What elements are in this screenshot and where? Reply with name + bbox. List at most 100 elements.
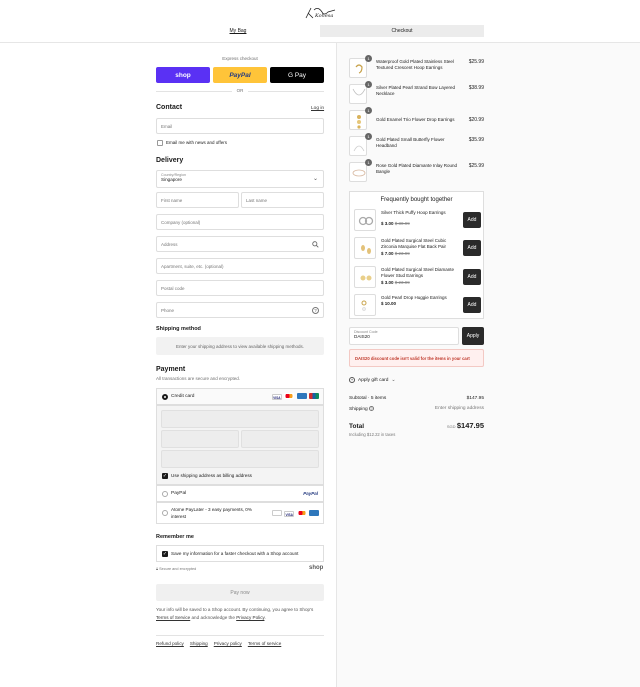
pay-now-button[interactable]: Pay now: [156, 584, 324, 601]
billing-same-label: Use shipping address as billing address: [171, 473, 252, 478]
name-on-card-field[interactable]: [161, 450, 319, 468]
paypal-radio[interactable]: [162, 491, 168, 497]
fbt-product-name: Silver Thick Puffy Hoop Earrings: [381, 210, 446, 215]
cart-item: 1 Silver Plated Pearl Strand Bow Layered…: [349, 81, 484, 106]
discount-value: DAIS20: [354, 334, 370, 339]
shipping-link[interactable]: Shipping: [190, 641, 208, 646]
product-image: [349, 136, 367, 156]
add-button[interactable]: Add: [463, 212, 481, 228]
card-brand-icons: VISA: [271, 393, 319, 401]
shop-logo: shop: [309, 565, 324, 571]
secure-note: 🔒︎ Secure and encrypted: [156, 567, 196, 571]
product-name: Silver Plated Pearl Strand Bow Layered N…: [376, 85, 456, 96]
apply-discount-button[interactable]: Apply: [462, 327, 484, 345]
total-label: Total: [349, 423, 365, 430]
brand-logo[interactable]: Kohesa: [302, 4, 338, 22]
paypal-button[interactable]: PayPal: [213, 67, 267, 83]
privacy-link[interactable]: Privacy Policy: [236, 615, 264, 620]
quantity-badge: 1: [365, 55, 372, 62]
paypal-option-label: PayPal: [171, 491, 187, 496]
apply-gift-card[interactable]: + Apply gift card ⌄: [349, 377, 396, 383]
atome-radio[interactable]: [162, 510, 168, 516]
billing-same-checkbox[interactable]: ✓: [162, 473, 168, 479]
or-divider-label: OR: [232, 88, 248, 93]
atome-label: Atome PayLater - 3 easy payments, 0% int…: [171, 507, 252, 519]
credit-card-radio[interactable]: [162, 394, 168, 400]
paypal-option[interactable]: PayPal PayPal: [156, 485, 324, 502]
fbt-item: Silver Thick Puffy Hoop Earrings $ 3.00 …: [354, 209, 481, 233]
payment-heading: Payment: [156, 366, 186, 373]
country-value: Singapore: [161, 177, 182, 182]
product-price: $20.99: [468, 117, 484, 123]
remember-me-panel: ✓ Save my information for a faster check…: [156, 545, 324, 562]
product-image: [349, 162, 367, 182]
currency-code: SGD: [446, 424, 456, 429]
footer-divider: [156, 635, 324, 636]
last-name-field[interactable]: Last name: [241, 192, 324, 208]
atome-option[interactable]: Atome PayLater - 3 easy payments, 0% int…: [156, 502, 324, 524]
chevron-down-icon: ⌄: [391, 377, 396, 383]
google-pay-button[interactable]: G Pay: [270, 67, 324, 83]
chevron-down-icon: ⌄: [312, 176, 318, 182]
quantity-badge: 1: [365, 133, 372, 140]
svg-text:Kohesa: Kohesa: [314, 13, 333, 19]
paypal-logo: PayPal: [303, 491, 318, 496]
terms-of-service-link[interactable]: Terms of service: [248, 641, 281, 646]
discount-code-field[interactable]: Discount Code DAIS20: [349, 327, 459, 345]
add-button[interactable]: Add: [463, 297, 481, 313]
address-field[interactable]: Address: [156, 236, 324, 252]
fbt-item: Gold Plated Surgical Steel Cubic Zirconi…: [354, 237, 481, 261]
add-button[interactable]: Add: [463, 240, 481, 256]
tab-my-bag[interactable]: My Bag: [156, 25, 320, 37]
delivery-heading: Delivery: [156, 157, 184, 164]
address-placeholder: Address: [161, 241, 178, 247]
product-image: [354, 294, 376, 316]
product-price: $38.99: [468, 85, 484, 91]
fbt-title: Frequently bought together: [380, 197, 453, 203]
credit-card-option[interactable]: Credit card VISA: [156, 388, 324, 405]
save-info-checkbox[interactable]: ✓: [162, 551, 168, 557]
email-field[interactable]: Email: [156, 118, 324, 134]
refund-policy-link[interactable]: Refund policy: [156, 641, 184, 646]
visa-icon: VISA: [284, 511, 295, 517]
fbt-price: $ 3.00 $ 23.99: [381, 280, 410, 285]
legal-and: and acknowledge the: [191, 615, 235, 620]
fbt-item: Gold Pearl Drop Huggie Earrings $ 10.00 …: [354, 294, 481, 318]
save-info-label: Save my information for a faster checkou…: [171, 551, 299, 556]
card-number-field[interactable]: [161, 410, 319, 428]
product-name: Gold Plated Small Butterfly Flower Headb…: [376, 137, 445, 148]
lock-icon: 🔒︎: [156, 567, 159, 571]
fbt-old-price: $ 30.99: [394, 221, 410, 226]
expiry-field[interactable]: [161, 430, 239, 448]
shop-pay-button[interactable]: shop: [156, 67, 210, 83]
news-checkbox[interactable]: [157, 140, 163, 146]
privacy-policy-link[interactable]: Privacy policy: [214, 641, 242, 646]
product-name: Rose Gold Plated Diamante Inlay Round Ba…: [376, 163, 458, 174]
fbt-current-price: $ 3.00: [381, 280, 394, 285]
postal-code-field[interactable]: Postal code: [156, 280, 324, 296]
fbt-price: $ 7.00 $ 23.99: [381, 251, 410, 256]
first-name-field[interactable]: First name: [156, 192, 239, 208]
gift-icon: +: [349, 377, 355, 383]
country-select[interactable]: Country/Region Singapore ⌄: [156, 170, 324, 188]
shipping-notice: Enter your shipping address to view avai…: [156, 337, 324, 355]
company-field[interactable]: Company (optional): [156, 214, 324, 230]
cart-item: 1 Gold Plated Small Butterfly Flower Hea…: [349, 133, 484, 158]
news-label: Email me with news and offers: [166, 140, 227, 145]
amex-icon: [296, 393, 307, 399]
product-price: $35.99: [468, 137, 484, 143]
add-button[interactable]: Add: [463, 269, 481, 285]
fbt-old-price: $ 23.99: [394, 251, 410, 256]
apartment-field[interactable]: Apartment, suite, etc. (optional): [156, 258, 324, 274]
tab-checkout[interactable]: Checkout: [320, 25, 484, 37]
shipping-value: Enter shipping address: [434, 406, 484, 411]
login-link[interactable]: Log in: [311, 106, 324, 111]
info-icon[interactable]: ?: [369, 406, 375, 411]
phone-field[interactable]: Phone ?: [156, 302, 324, 318]
security-code-field[interactable]: [241, 430, 319, 448]
product-price: $25.99: [468, 59, 484, 65]
fbt-current-price: $ 10.00: [381, 301, 397, 306]
terms-link[interactable]: Terms of Service: [156, 615, 190, 620]
fbt-price: $ 10.00: [381, 301, 396, 306]
help-icon[interactable]: ?: [312, 307, 319, 314]
